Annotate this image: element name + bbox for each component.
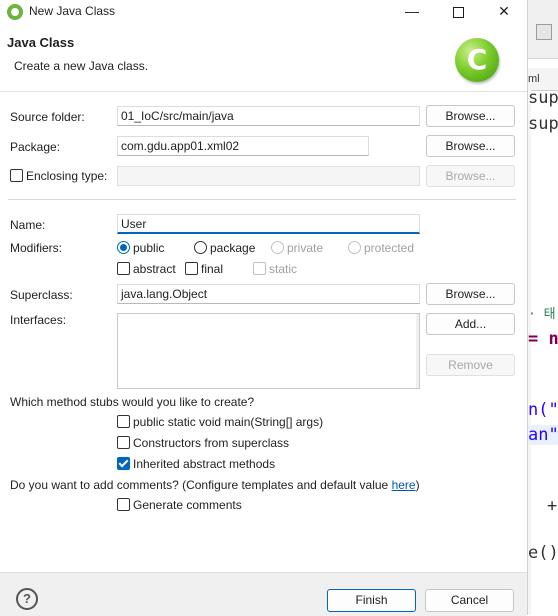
modifier-package-radio[interactable]	[194, 241, 207, 254]
package-input[interactable]: com.gdu.app01.xml02	[117, 136, 369, 156]
page-description: Create a new Java class.	[14, 59, 149, 73]
modifier-final-label: final	[201, 262, 224, 276]
separator	[8, 199, 516, 200]
source-folder-label: Source folder:	[10, 110, 85, 124]
source-folder-browse-button[interactable]: Browse...	[426, 105, 515, 127]
enclosing-type-checkbox[interactable]	[10, 169, 23, 182]
name-label: Name:	[10, 218, 46, 232]
modifier-public-radio[interactable]	[117, 241, 130, 254]
code-line: sup	[528, 88, 558, 108]
spring-tool-suite-icon	[7, 4, 23, 20]
code-line: n("	[528, 400, 558, 420]
minimize-button[interactable]: —	[389, 0, 435, 24]
code-line: = ne	[528, 329, 558, 349]
wizard-content: Source folder: 01_IoC/src/main/java Brow…	[0, 92, 527, 572]
close-button[interactable]: ✕	[481, 0, 527, 24]
package-browse-button[interactable]: Browse...	[426, 135, 515, 157]
source-folder-input[interactable]: 01_IoC/src/main/java	[117, 106, 420, 126]
code-line: · 태	[528, 307, 556, 322]
modifier-final-checkbox[interactable]	[185, 262, 198, 275]
stub-main-label: public static void main(String[] args)	[133, 415, 324, 429]
interfaces-list[interactable]	[117, 313, 420, 389]
wizard-header: Java Class Create a new Java class. C	[0, 24, 527, 92]
modifier-private-radio	[271, 241, 284, 254]
stub-constructors-checkbox[interactable]	[117, 436, 130, 449]
generate-comments-checkbox[interactable]	[117, 498, 130, 511]
enclosing-type-label: Enclosing type:	[26, 169, 108, 183]
interfaces-label: Interfaces:	[10, 313, 67, 327]
wizard-graphic-letter: C	[466, 43, 488, 76]
enclosing-type-input	[117, 166, 420, 186]
modifier-package-label: package	[210, 241, 256, 255]
finish-button[interactable]: Finish	[327, 589, 416, 612]
configure-templates-link[interactable]: here	[392, 478, 416, 492]
close-icon: ✕	[498, 3, 510, 19]
modifier-public-label: public	[133, 241, 165, 255]
maximize-button[interactable]	[435, 0, 481, 24]
stub-constructors-label: Constructors from superclass	[133, 436, 290, 450]
method-stubs-question: Which method stubs would you like to cre…	[10, 395, 255, 409]
generate-comments-label: Generate comments	[133, 498, 242, 512]
modifier-static-label: static	[269, 262, 298, 276]
code-line: +	[547, 496, 558, 516]
editor-margin	[528, 90, 531, 615]
modifier-abstract-checkbox[interactable]	[117, 262, 130, 275]
interfaces-remove-button: Remove	[426, 354, 515, 376]
background-toolbar	[528, 0, 558, 59]
code-line: an"	[528, 425, 558, 445]
minimize-icon: —	[405, 3, 419, 19]
superclass-input[interactable]: java.lang.Object	[117, 284, 420, 304]
comments-question-suffix: )	[415, 478, 420, 492]
stub-main-checkbox[interactable]	[117, 415, 130, 428]
window-title: New Java Class	[29, 4, 116, 18]
title-bar: New Java Class — ✕	[0, 0, 527, 24]
code-line: sup	[528, 114, 558, 134]
modifier-static-checkbox	[253, 262, 266, 275]
enclosing-type-browse-button: Browse...	[426, 165, 515, 187]
stub-inherited-abstract-checkbox[interactable]	[117, 457, 130, 470]
modifier-protected-radio	[348, 241, 361, 254]
dialog-footer: ? Finish Cancel	[0, 572, 527, 616]
modifier-private-label: private	[287, 241, 324, 255]
superclass-label: Superclass:	[10, 288, 73, 302]
package-label: Package:	[10, 140, 61, 154]
modifiers-label: Modifiers:	[10, 241, 63, 255]
comments-question-text: Do you want to add comments? (Configure …	[10, 478, 392, 492]
cancel-button[interactable]: Cancel	[425, 589, 514, 612]
page-title: Java Class	[7, 35, 75, 50]
interfaces-add-button[interactable]: Add...	[426, 313, 515, 335]
modifier-abstract-label: abstract	[133, 262, 176, 276]
comments-question: Do you want to add comments? (Configure …	[10, 478, 420, 492]
name-input[interactable]: User	[117, 214, 420, 234]
superclass-browse-button[interactable]: Browse...	[426, 283, 515, 305]
help-icon[interactable]: ?	[16, 588, 38, 610]
background-editor: ml sup sup · 태 = ne n(" an" + e()	[527, 0, 558, 615]
new-class-wizard-icon: C	[455, 38, 499, 82]
interfaces-scrollbar[interactable]	[416, 314, 419, 388]
code-line: e()	[528, 543, 558, 563]
stub-inherited-abstract-label: Inherited abstract methods	[133, 457, 276, 471]
toolbar-icon	[536, 24, 552, 40]
modifier-protected-label: protected	[364, 241, 415, 255]
maximize-icon	[452, 7, 464, 18]
